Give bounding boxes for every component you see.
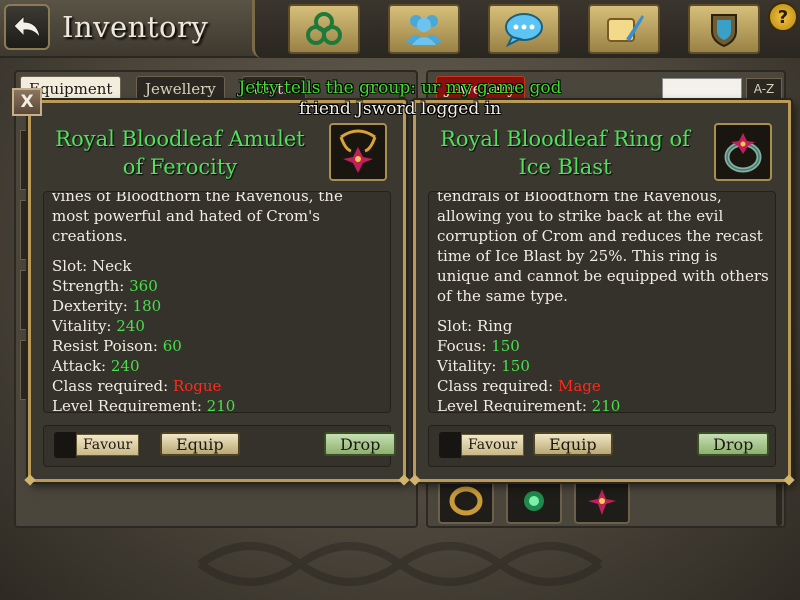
scroll-quill-icon — [607, 15, 644, 42]
stat-label: Focus: — [437, 337, 492, 355]
favour-label: Favour — [461, 434, 525, 456]
nav-skills-button[interactable] — [288, 4, 360, 54]
stat-resist-poison: Resist Poison: 60 — [52, 336, 384, 356]
favour-label: Favour — [76, 434, 140, 456]
stat-value: 60 — [162, 337, 182, 355]
stat-value: 240 — [116, 317, 145, 335]
chat-overlay: Jetty tells the group: ur my game god fr… — [150, 78, 650, 120]
stat-level-requirement: Level Requirement: 210 — [437, 396, 769, 413]
stat-label: Level Requirement: — [437, 397, 592, 413]
sort-az-button[interactable]: A-Z — [746, 78, 782, 100]
green-amulet-icon — [524, 491, 544, 511]
stat-strength: Strength: 360 — [52, 276, 384, 296]
favour-checkbox[interactable] — [54, 432, 76, 458]
stat-label: Class required: — [52, 377, 173, 395]
item-description-box[interactable]: vines of Bloodthorn the Ravenous, the mo… — [43, 191, 391, 413]
stat-focus: Focus: 150 — [437, 336, 769, 356]
inventory-slot[interactable] — [506, 478, 562, 524]
stat-vitality: Vitality: 240 — [52, 316, 384, 336]
stat-label: Strength: — [52, 277, 130, 295]
stat-value: 180 — [132, 297, 162, 315]
item-name-line: Ice Blast — [518, 155, 612, 179]
stat-value: 210 — [206, 397, 236, 413]
stat-label: Class required: — [437, 377, 558, 395]
flower-amulet-icon — [588, 489, 616, 515]
inventory-slot[interactable] — [574, 478, 630, 524]
stat-label: Vitality: — [437, 357, 502, 375]
stat-label: Slot: Neck — [52, 257, 132, 275]
triskele-icon — [306, 12, 342, 45]
stat-label: Attack: — [52, 357, 111, 375]
celtic-knot-decoration — [197, 542, 603, 586]
stat-label: Dexterity: — [52, 297, 133, 315]
chat-message-group: Jetty tells the group: ur my game god — [238, 78, 562, 98]
favour-toggle[interactable]: Favour — [54, 432, 140, 458]
item-header: Royal Bloodleaf Amulet of Ferocity — [35, 117, 399, 193]
item-actions: Favour Equip Drop — [43, 425, 397, 467]
stat-class-required: Class required: Mage — [437, 376, 769, 396]
chat-bubble-icon — [505, 13, 543, 48]
help-button[interactable]: ? — [768, 2, 798, 32]
stat-label: Slot: Ring — [437, 317, 513, 335]
ring-icon — [714, 123, 772, 181]
item-description: vines of Bloodthorn the Ravenous, the mo… — [52, 191, 343, 245]
stat-value: Rogue — [172, 377, 222, 395]
item-name-line: Royal Bloodleaf Ring of — [440, 127, 690, 151]
stat-slot: Slot: Ring — [437, 316, 769, 336]
stat-value: 210 — [591, 397, 621, 413]
item-tooltip-amulet: Royal Bloodleaf Amulet of Ferocity vines… — [24, 100, 410, 486]
page-title: Inventory — [62, 10, 209, 44]
search-input[interactable] — [662, 78, 742, 100]
stat-label: Vitality: — [52, 317, 117, 335]
stat-label: Level Requirement: — [52, 397, 207, 413]
gold-ring-icon — [449, 486, 483, 516]
drop-button[interactable]: Drop — [697, 432, 770, 456]
close-button[interactable]: X — [12, 88, 42, 116]
top-bar: Inventory ? — [0, 0, 800, 58]
people-icon — [406, 15, 442, 45]
amulet-icon — [329, 123, 387, 181]
nav-guild-button[interactable] — [688, 4, 760, 54]
stat-vitality: Vitality: 150 — [437, 356, 769, 376]
back-button[interactable] — [4, 4, 50, 50]
item-name: Royal Bloodleaf Ring of Ice Blast — [420, 125, 710, 181]
nav-group-button[interactable] — [388, 4, 460, 54]
back-arrow-icon — [13, 14, 41, 39]
stat-label: Resist Poison: — [52, 337, 163, 355]
item-tooltip-ring: Royal Bloodleaf Ring of Ice Blast tendra… — [409, 100, 795, 486]
chat-message-system: friend Jsword logged in — [298, 99, 502, 119]
shield-crest-icon — [711, 14, 737, 48]
equip-button[interactable]: Equip — [160, 432, 240, 456]
drop-button[interactable]: Drop — [324, 432, 397, 456]
item-name-line: of Ferocity — [122, 155, 238, 179]
item-actions: Favour Equip Drop — [428, 425, 776, 467]
stat-value: 150 — [491, 337, 520, 355]
nav-quests-button[interactable] — [588, 4, 660, 54]
stat-attack: Attack: 240 — [52, 356, 384, 376]
stat-slot: Slot: Neck — [52, 256, 384, 276]
stat-value: 150 — [501, 357, 530, 375]
item-description-box[interactable]: tendrals of Bloodthorn the Ravenous, all… — [428, 191, 776, 413]
favour-checkbox[interactable] — [439, 432, 461, 458]
stat-dexterity: Dexterity: 180 — [52, 296, 384, 316]
equip-button[interactable]: Equip — [533, 432, 613, 456]
stat-class-required: Class required: Rogue — [52, 376, 384, 396]
nav-chat-button[interactable] — [488, 4, 560, 54]
inventory-slot[interactable] — [438, 478, 494, 524]
item-name-line: Royal Bloodleaf Amulet — [55, 127, 305, 151]
stat-level-requirement: Level Requirement: 210 — [52, 396, 384, 413]
item-description: tendrals of Bloodthorn the Ravenous, all… — [437, 191, 769, 305]
item-name: Royal Bloodleaf Amulet of Ferocity — [35, 125, 325, 181]
stat-value: 240 — [110, 357, 140, 375]
stat-value: Mage — [557, 377, 601, 395]
stat-value: 360 — [129, 277, 158, 295]
favour-toggle[interactable]: Favour — [439, 432, 525, 458]
item-header: Royal Bloodleaf Ring of Ice Blast — [420, 117, 784, 193]
